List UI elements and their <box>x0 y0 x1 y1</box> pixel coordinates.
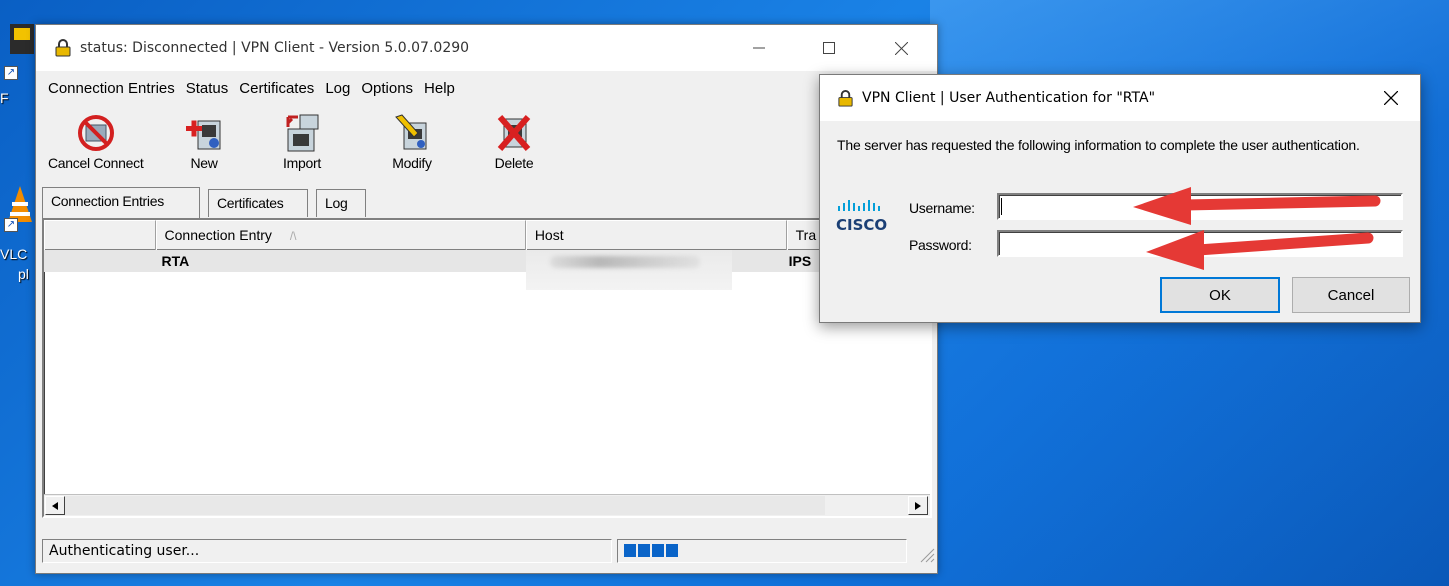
title-bar[interactable]: status: Disconnected | VPN Client - Vers… <box>36 25 937 71</box>
padlock-icon <box>55 39 71 57</box>
redacted-host-value <box>526 250 732 290</box>
column-host[interactable]: Host <box>525 220 787 250</box>
menu-certificates[interactable]: Certificates <box>239 80 314 97</box>
status-message: Authenticating user... <box>42 539 612 563</box>
menu-bar: Connection Entries Status Certificates L… <box>36 73 937 103</box>
arrow-right-icon <box>915 501 921 510</box>
arrow-left-icon <box>52 501 58 510</box>
password-label: Password: <box>909 237 972 253</box>
progress-block <box>666 544 678 557</box>
dialog-message: The server has requested the following i… <box>837 137 1360 153</box>
progress-block <box>638 544 650 557</box>
cancel-connect-label: Cancel Connect <box>48 155 144 171</box>
padlock-icon <box>838 89 853 107</box>
app-icon <box>10 24 34 54</box>
close-icon <box>894 41 908 55</box>
row-entry-cell: RTA <box>161 253 190 269</box>
list-header: Connection Entry /\ Host Tra <box>44 220 930 250</box>
annotation-arrow-icon <box>1133 187 1381 225</box>
column-status[interactable] <box>44 220 156 250</box>
import-label: Import <box>283 155 321 171</box>
menu-options[interactable]: Options <box>361 80 413 97</box>
maximize-icon <box>823 42 835 54</box>
tab-connection-entries[interactable]: Connection Entries <box>42 187 200 218</box>
dialog-close-button[interactable] <box>1368 75 1414 121</box>
vpn-client-window: status: Disconnected | VPN Client - Vers… <box>35 24 938 574</box>
ok-button[interactable]: OK <box>1160 277 1280 313</box>
resize-grip-icon[interactable] <box>917 545 935 563</box>
connection-entries-list: Connection Entry /\ Host Tra RTA IPS <box>42 218 932 518</box>
status-bar: Authenticating user... <box>36 537 937 565</box>
minimize-icon <box>753 47 765 49</box>
delete-icon <box>497 115 531 151</box>
progress-block <box>652 544 664 557</box>
menu-status[interactable]: Status <box>186 80 229 97</box>
tab-strip: Connection Entries Certificates Log <box>42 187 932 219</box>
dialog-title-bar[interactable]: VPN Client | User Authentication for "RT… <box>820 75 1420 121</box>
new-button[interactable]: New <box>184 113 224 171</box>
cisco-logo: CISCO <box>836 200 887 234</box>
minimize-button[interactable] <box>736 25 782 71</box>
cancel-connect-icon <box>77 115 114 151</box>
tab-certificates[interactable]: Certificates <box>208 189 308 217</box>
text-cursor <box>1001 198 1002 215</box>
menu-connection-entries[interactable]: Connection Entries <box>48 80 175 97</box>
shortcut-arrow-icon: ↗ <box>4 218 18 232</box>
modify-button[interactable]: Modify <box>392 113 432 171</box>
sort-ascending-icon: /\ <box>289 229 297 243</box>
cancel-button[interactable]: Cancel <box>1292 277 1410 313</box>
maximize-button[interactable] <box>806 25 852 71</box>
username-label: Username: <box>909 200 975 216</box>
new-label: New <box>190 155 218 171</box>
scrollbar-track[interactable] <box>65 496 825 515</box>
shortcut-arrow-icon: ↗ <box>4 66 18 80</box>
scroll-left-button[interactable] <box>45 496 65 515</box>
import-icon <box>286 114 319 152</box>
tab-log[interactable]: Log <box>316 189 366 217</box>
progress-block <box>624 544 636 557</box>
column-connection-entry-label: Connection Entry <box>164 227 272 243</box>
window-title: status: Disconnected | VPN Client - Vers… <box>80 40 470 56</box>
dialog-title: VPN Client | User Authentication for "RT… <box>862 90 1156 106</box>
horizontal-scrollbar[interactable] <box>44 494 930 516</box>
close-icon <box>1384 91 1398 105</box>
progress-indicator <box>617 539 907 563</box>
menu-help[interactable]: Help <box>424 80 455 97</box>
annotation-arrow-icon <box>1146 230 1374 270</box>
modify-label: Modify <box>392 155 432 171</box>
row-status-cell <box>44 250 156 272</box>
table-row[interactable]: RTA IPS <box>44 250 930 272</box>
delete-label: Delete <box>494 155 534 171</box>
new-entry-icon <box>186 120 221 150</box>
menu-log[interactable]: Log <box>325 80 350 97</box>
close-button[interactable] <box>878 25 924 71</box>
scroll-right-button[interactable] <box>908 496 928 515</box>
desktop-icon-label: VLC <box>0 246 28 262</box>
modify-icon <box>395 114 427 150</box>
cancel-connect-button[interactable]: Cancel Connect <box>48 113 144 171</box>
column-connection-entry[interactable]: Connection Entry /\ <box>155 220 526 250</box>
desktop-icon-label: pl <box>18 266 29 282</box>
svg-text:CISCO: CISCO <box>836 216 887 234</box>
delete-button[interactable]: Delete <box>494 113 534 171</box>
toolbar: Cancel Connect New Import Modify Delete <box>36 105 937 185</box>
import-button[interactable]: Import <box>282 113 322 171</box>
desktop-icon-label: F <box>0 90 9 106</box>
